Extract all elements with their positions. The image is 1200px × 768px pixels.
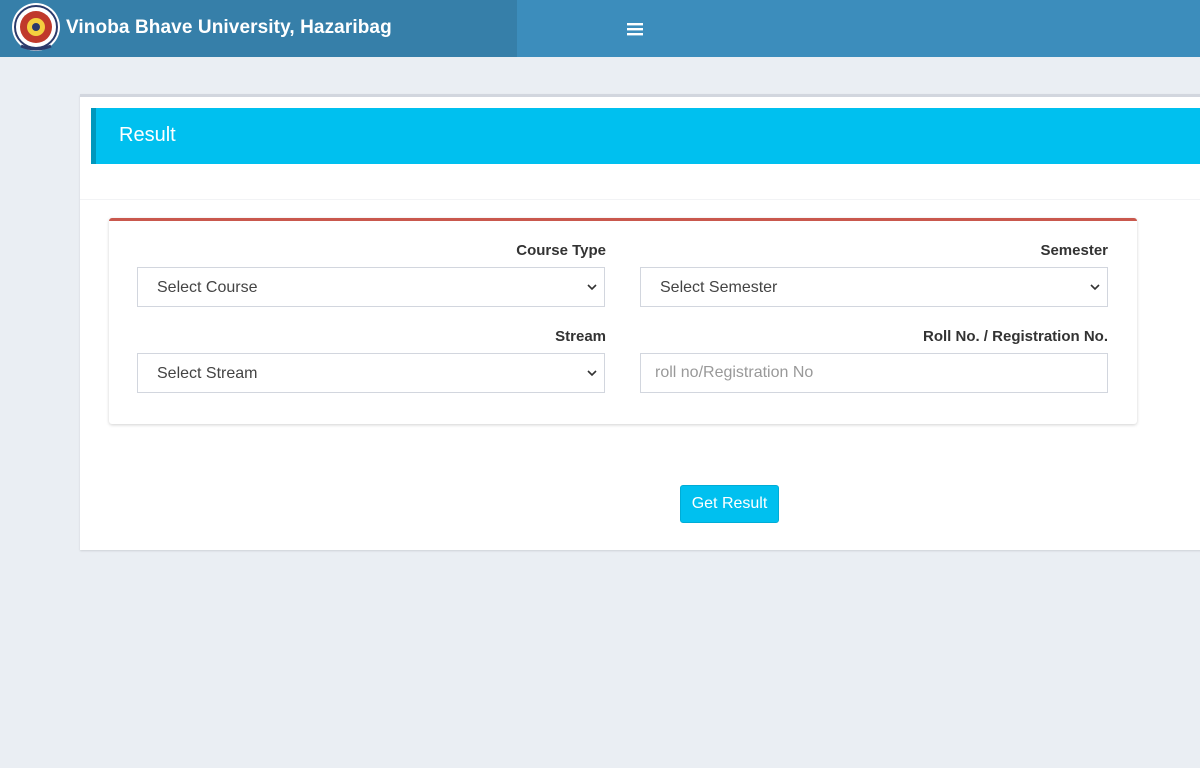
stream-selected: Select Stream xyxy=(157,365,258,382)
semester-selected: Select Semester xyxy=(660,279,778,296)
roll-no-label: Roll No. / Registration No. xyxy=(922,328,1108,345)
course-type-label: Course Type xyxy=(516,242,606,259)
top-navbar: Vinoba Bhave University, Hazaribag xyxy=(0,0,1200,57)
get-result-button[interactable]: Get Result xyxy=(680,485,779,523)
card-title: Result xyxy=(119,124,176,146)
stream-label: Stream xyxy=(555,328,606,345)
course-type-select[interactable]: Select Course xyxy=(137,267,605,307)
card-header: Result xyxy=(91,108,1200,164)
stream-select[interactable]: Select Stream xyxy=(137,353,605,393)
roll-no-input[interactable] xyxy=(640,353,1108,393)
hamburger-menu-icon[interactable] xyxy=(620,14,650,44)
chevron-down-icon xyxy=(1090,284,1100,291)
chevron-down-icon xyxy=(587,284,597,291)
semester-select[interactable]: Select Semester xyxy=(640,267,1108,307)
brand-area[interactable]: Vinoba Bhave University, Hazaribag xyxy=(0,0,517,57)
result-card: Result Course Type Select Course Semeste… xyxy=(80,94,1200,550)
chevron-down-icon xyxy=(587,370,597,377)
semester-label: Semester xyxy=(1040,242,1108,259)
university-seal-logo xyxy=(12,3,60,51)
search-form-panel: Course Type Select Course Semester Selec… xyxy=(109,218,1137,424)
divider xyxy=(80,199,1200,200)
site-title: Vinoba Bhave University, Hazaribag xyxy=(66,17,392,38)
course-type-selected: Select Course xyxy=(157,279,258,296)
